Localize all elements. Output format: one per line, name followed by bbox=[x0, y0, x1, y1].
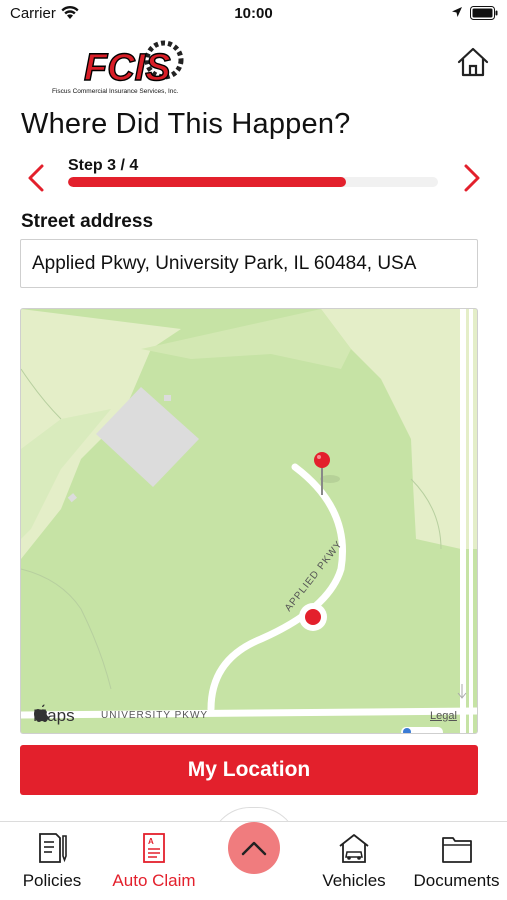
tab-documents[interactable]: Documents bbox=[406, 822, 507, 900]
university-pkwy-label: UNIVERSITY PKWY bbox=[101, 710, 209, 721]
home-icon bbox=[457, 47, 489, 77]
location-arrow-icon bbox=[452, 7, 462, 17]
legal-link[interactable]: Legal bbox=[430, 710, 457, 722]
tab-policies[interactable]: Policies bbox=[0, 822, 104, 900]
park-area bbox=[21, 309, 477, 733]
documents-icon bbox=[441, 837, 472, 863]
home-button[interactable] bbox=[455, 45, 491, 81]
logo-graphic: FCIS Fiscus Commercial Insurance Service… bbox=[52, 40, 184, 95]
street-address-input[interactable] bbox=[20, 239, 478, 288]
street-address-label: Street address bbox=[21, 211, 154, 232]
chevron-up-icon bbox=[241, 841, 267, 856]
svg-text:A: A bbox=[148, 837, 154, 846]
building bbox=[164, 395, 171, 401]
expand-menu-button[interactable] bbox=[228, 822, 280, 874]
page-title: Where Did This Happen? bbox=[21, 108, 351, 140]
policies-icon bbox=[39, 833, 67, 863]
status-bar: Carrier 10:00 bbox=[0, 0, 507, 28]
tab-auto-claim[interactable]: A Auto Claim bbox=[104, 822, 204, 900]
university-pkwy-road bbox=[21, 707, 477, 719]
map-view[interactable]: Maps UNIVERSITY PKWY APPLIED PKWY Legal bbox=[20, 308, 478, 734]
vehicles-icon bbox=[339, 834, 369, 863]
tab-label: Auto Claim bbox=[112, 871, 196, 890]
footpath bbox=[21, 368, 62, 420]
clock: 10:00 bbox=[234, 5, 273, 22]
tab-label: Documents bbox=[413, 871, 500, 890]
chevron-right-icon bbox=[464, 164, 480, 192]
map-canvas[interactable] bbox=[21, 309, 478, 734]
previous-step-button[interactable] bbox=[20, 158, 50, 198]
map-pin-icon[interactable] bbox=[314, 452, 330, 468]
step-label: Step 3 / 4 bbox=[68, 157, 139, 174]
fcis-logo: FCIS Fiscus Commercial Insurance Service… bbox=[50, 30, 210, 96]
tab-vehicles[interactable]: Vehicles bbox=[302, 822, 406, 900]
next-step-button[interactable] bbox=[458, 158, 488, 198]
logo-wordmark: FCIS bbox=[84, 47, 171, 89]
tab-label: Policies bbox=[22, 871, 82, 890]
auto-claim-icon: A bbox=[143, 833, 165, 863]
step-progress-bar bbox=[68, 177, 438, 187]
logo-subtitle: Fiscus Commercial Insurance Services, In… bbox=[52, 88, 179, 95]
my-location-button[interactable]: My Location bbox=[20, 745, 478, 795]
tab-label: Vehicles bbox=[322, 871, 386, 890]
step-progress-fill bbox=[68, 177, 346, 187]
battery-icon bbox=[470, 6, 498, 20]
current-location-icon bbox=[305, 609, 321, 625]
pin-highlight bbox=[317, 455, 321, 459]
chevron-left-icon bbox=[28, 164, 44, 192]
maps-brand-label: Maps bbox=[33, 706, 75, 725]
